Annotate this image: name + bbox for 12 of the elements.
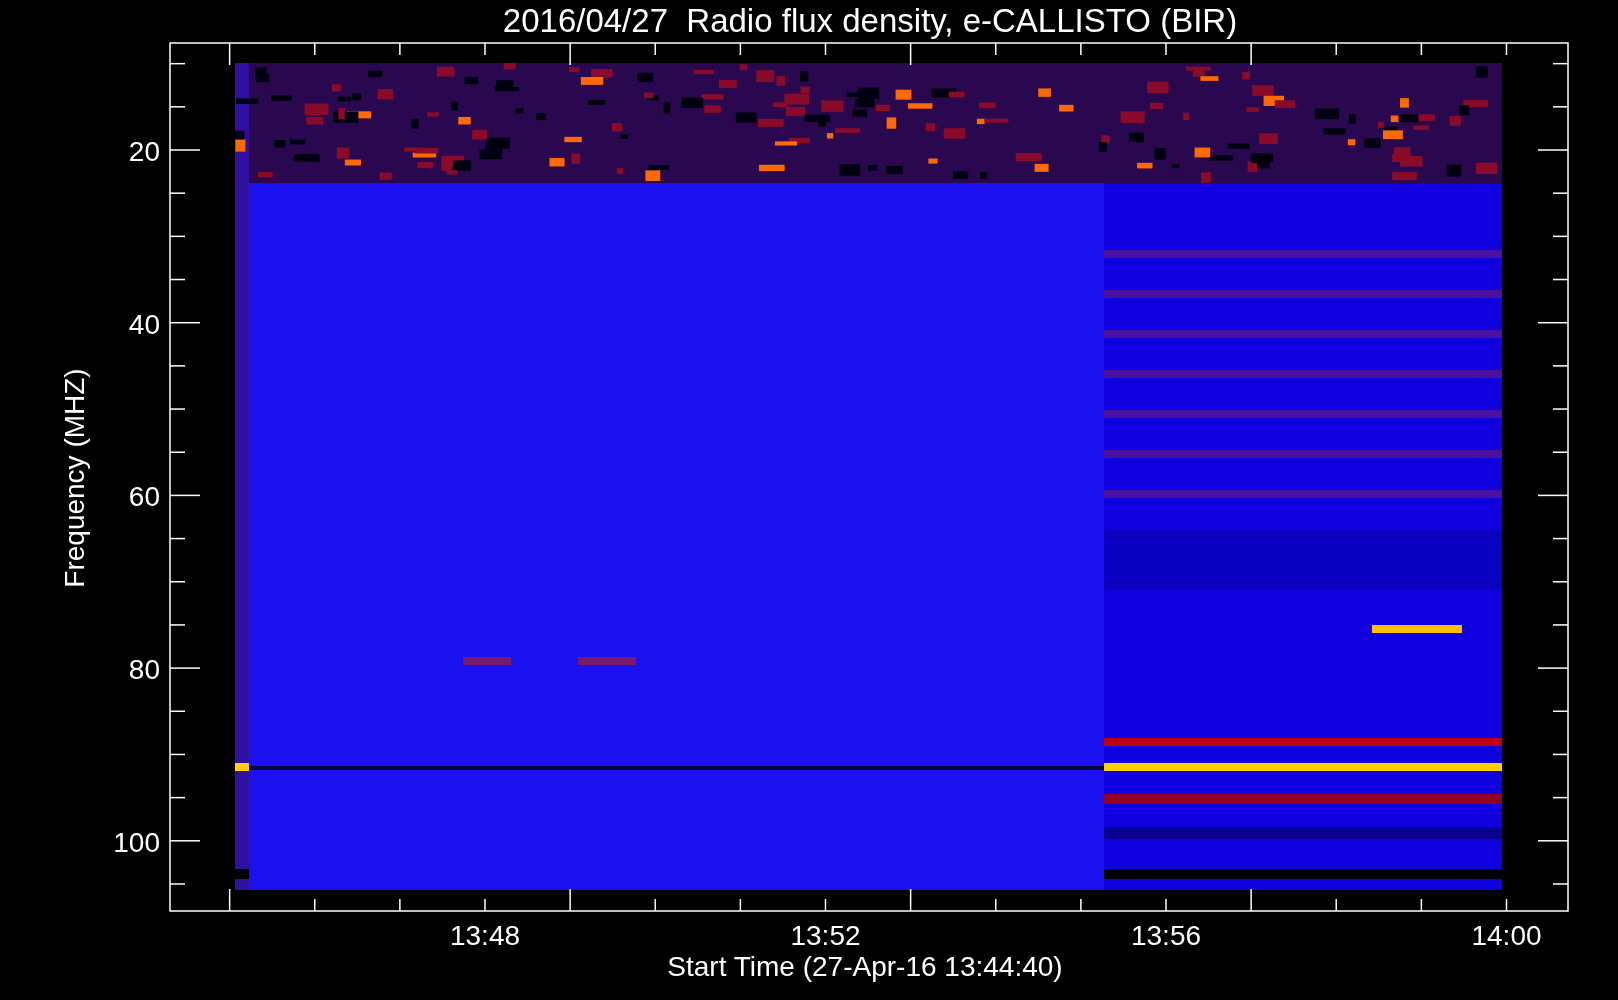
x-axis-label: Start Time (27-Apr-16 13:44:40) — [667, 951, 1063, 982]
y-tick-label: 20 — [128, 136, 160, 167]
y-axis-label: Frequency (MHZ) — [59, 368, 90, 588]
y-tick-label: 40 — [128, 308, 160, 340]
x-tick-label: 13:56 — [1130, 920, 1202, 951]
y-tick-label: 100 — [113, 826, 160, 858]
y-tick-label: 60 — [128, 481, 160, 513]
y-tick-label: 80 — [128, 654, 160, 686]
chart-title: 2016/04/27 Radio flux density, e-CALLISTO (BIR) — [502, 2, 1238, 39]
x-tick-label: 13:52 — [790, 920, 861, 951]
x-tick-label: 14:00 — [1471, 920, 1542, 951]
x-tick-label: 13:48 — [449, 920, 521, 951]
